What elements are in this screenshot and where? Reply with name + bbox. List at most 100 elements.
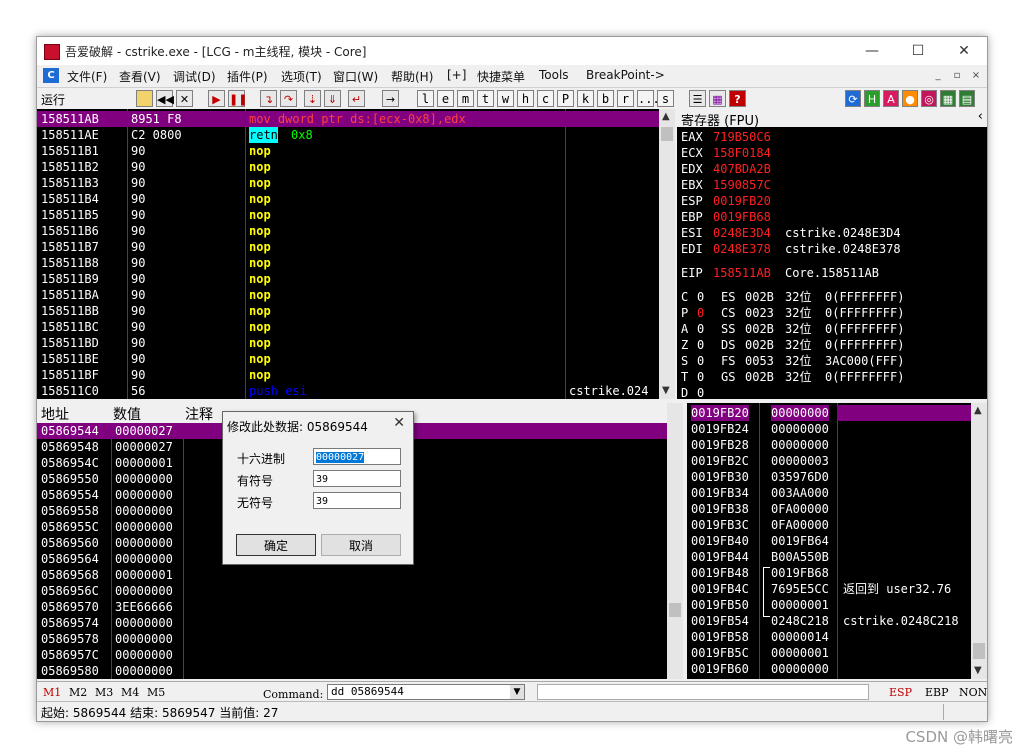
rewind-icon[interactable]: ◀◀: [156, 90, 174, 107]
scroll-down-icon[interactable]: ▼: [974, 665, 982, 676]
flag-row[interactable]: A 0 SS 002B 32位 0(FFFFFFFF): [677, 321, 987, 337]
options-icon[interactable]: ▦: [709, 90, 726, 107]
ok-button[interactable]: 确定: [236, 534, 316, 556]
stack-row[interactable]: 0019FB2C 00000003: [687, 453, 971, 469]
none-toggle[interactable]: NONE: [959, 686, 987, 699]
register-row[interactable]: EBX 1590857C: [677, 177, 987, 193]
menu-file[interactable]: 文件(F): [67, 68, 107, 85]
flag-value[interactable]: 0: [697, 353, 704, 369]
tab-m5[interactable]: M5: [147, 686, 165, 699]
goto-icon[interactable]: →: [382, 90, 399, 107]
stack-value[interactable]: 0248C218: [771, 613, 829, 629]
dump-row[interactable]: 05869568 00000001: [37, 567, 667, 583]
register-value[interactable]: 0019FB68: [713, 209, 771, 225]
breakpoints-window-button[interactable]: b: [597, 90, 614, 107]
collapse-icon[interactable]: ‹: [978, 109, 983, 124]
patches-window-button[interactable]: P: [557, 90, 574, 107]
hex-input[interactable]: 00000027: [313, 448, 401, 465]
scroll-thumb[interactable]: [669, 603, 681, 617]
dialog-close-button[interactable]: ✕: [393, 415, 405, 431]
unsigned-input[interactable]: 39: [313, 492, 401, 509]
dump-value[interactable]: 00000027: [115, 423, 173, 439]
scroll-up-icon[interactable]: ▲: [662, 111, 670, 122]
signed-input[interactable]: 39: [313, 470, 401, 487]
register-row[interactable]: ECX 158F0184: [677, 145, 987, 161]
disasm-row[interactable]: 158511B2 90 nop: [37, 159, 659, 175]
disassembly-pane[interactable]: 158511AB 8951 F8 mov dword ptr ds:[ecx-0x8…: [37, 109, 659, 399]
tab-m4[interactable]: M4: [121, 686, 139, 699]
dump-row[interactable]: 05869574 00000000: [37, 615, 667, 631]
stack-row[interactable]: 0019FB58 00000014: [687, 629, 971, 645]
list-view-icon[interactable]: ☰: [689, 90, 706, 107]
disasm-row[interactable]: 158511BA 90 nop: [37, 287, 659, 303]
command-input[interactable]: dd 05869544 ▼: [327, 684, 525, 700]
disasm-row[interactable]: 158511BF 90 nop: [37, 367, 659, 383]
disasm-row[interactable]: 158511B7 90 nop: [37, 239, 659, 255]
disasm-row[interactable]: 158511C0 56 push esi cstrike.024: [37, 383, 659, 399]
dropdown-arrow-icon[interactable]: ▼: [510, 685, 524, 699]
stack-row[interactable]: 0019FB50 00000001: [687, 597, 971, 613]
windows-window-button[interactable]: w: [497, 90, 514, 107]
stack-row[interactable]: 0019FB34 003AA000: [687, 485, 971, 501]
register-value[interactable]: 719B50C6: [713, 129, 771, 145]
stack-value[interactable]: 0FA00000: [771, 501, 829, 517]
dump-value[interactable]: 00000000: [115, 535, 173, 551]
step-over-icon[interactable]: ↷: [280, 90, 297, 107]
close-process-icon[interactable]: ✕: [176, 90, 193, 107]
stack-row[interactable]: 0019FB60 00000000: [687, 661, 971, 677]
disasm-row[interactable]: 158511B6 90 nop: [37, 223, 659, 239]
tool-grid-icon[interactable]: ▦: [940, 90, 956, 107]
stack-value[interactable]: 00000001: [771, 645, 829, 661]
references-window-button[interactable]: r: [617, 90, 634, 107]
menu-options[interactable]: 选项(T): [281, 68, 322, 85]
callstack-window-button[interactable]: k: [577, 90, 594, 107]
stack-value[interactable]: 00000003: [771, 453, 829, 469]
tab-m1[interactable]: M1: [43, 686, 61, 699]
stack-row[interactable]: 0019FB44 B00A550B: [687, 549, 971, 565]
stack-value[interactable]: 0FA00000: [771, 517, 829, 533]
stack-row[interactable]: 0019FB30 035976D0: [687, 469, 971, 485]
disasm-row[interactable]: 158511B8 90 nop: [37, 255, 659, 271]
register-row[interactable]: ESI 0248E3D4 cstrike.0248E3D4: [677, 225, 987, 241]
disasm-row[interactable]: 158511BE 90 nop: [37, 351, 659, 367]
step-into-icon[interactable]: ↴: [260, 90, 277, 107]
dump-row[interactable]: 05869578 00000000: [37, 631, 667, 647]
dump-value[interactable]: 00000000: [115, 503, 173, 519]
dump-value[interactable]: 00000000: [115, 519, 173, 535]
stack-row[interactable]: 0019FB48 0019FB68: [687, 565, 971, 581]
register-row[interactable]: EDX 407BDA2B: [677, 161, 987, 177]
stack-value[interactable]: 0019FB64: [771, 533, 829, 549]
stack-value[interactable]: 00000000: [771, 405, 829, 421]
register-value[interactable]: 407BDA2B: [713, 161, 771, 177]
register-row[interactable]: EDI 0248E378 cstrike.0248E378: [677, 241, 987, 257]
trace-into-icon[interactable]: ⇣: [304, 90, 321, 107]
flag-value[interactable]: 0: [697, 321, 704, 337]
registers-pane[interactable]: 寄存器 (FPU) ‹ EAX 719B50C6 ECX 158F0184 EDX 407…: [677, 109, 987, 399]
scroll-thumb[interactable]: [661, 127, 673, 141]
tool-table-icon[interactable]: ▤: [959, 90, 975, 107]
mdi-minimize-button[interactable]: _: [931, 69, 945, 82]
dump-value[interactable]: 00000000: [115, 663, 173, 679]
stack-row[interactable]: 0019FB3C 0FA00000: [687, 517, 971, 533]
disassembly-scrollbar[interactable]: ▲ ▼: [659, 109, 675, 399]
stack-row[interactable]: 0019FB28 00000000: [687, 437, 971, 453]
disasm-row[interactable]: 0x8 158511AE C2 0800 retn: [37, 127, 659, 143]
menu-tools[interactable]: Tools: [539, 68, 569, 82]
tab-m3[interactable]: M3: [95, 686, 113, 699]
stack-value[interactable]: 7695E5CC: [771, 581, 829, 597]
flag-value[interactable]: 0: [697, 289, 704, 305]
help-icon[interactable]: ?: [729, 90, 746, 107]
stack-value[interactable]: 0019FB68: [771, 565, 829, 581]
ebp-toggle[interactable]: EBP: [925, 686, 949, 699]
disasm-row[interactable]: 158511BD 90 nop: [37, 335, 659, 351]
stack-value[interactable]: 035976D0: [771, 469, 829, 485]
flag-row[interactable]: T 0 GS 002B 32位 0(FFFFFFFF): [677, 369, 987, 385]
menu-plugins[interactable]: 插件(P): [227, 68, 268, 85]
menu-help[interactable]: 帮助(H): [391, 68, 433, 85]
flag-value[interactable]: 0: [697, 369, 704, 385]
dump-col-address[interactable]: 地址: [41, 404, 69, 424]
dump-row[interactable]: 05869580 00000000: [37, 663, 667, 679]
dump-row[interactable]: 0586957C 00000000: [37, 647, 667, 663]
stack-value[interactable]: 00000000: [771, 437, 829, 453]
dump-value[interactable]: 3EE66666: [115, 599, 173, 615]
